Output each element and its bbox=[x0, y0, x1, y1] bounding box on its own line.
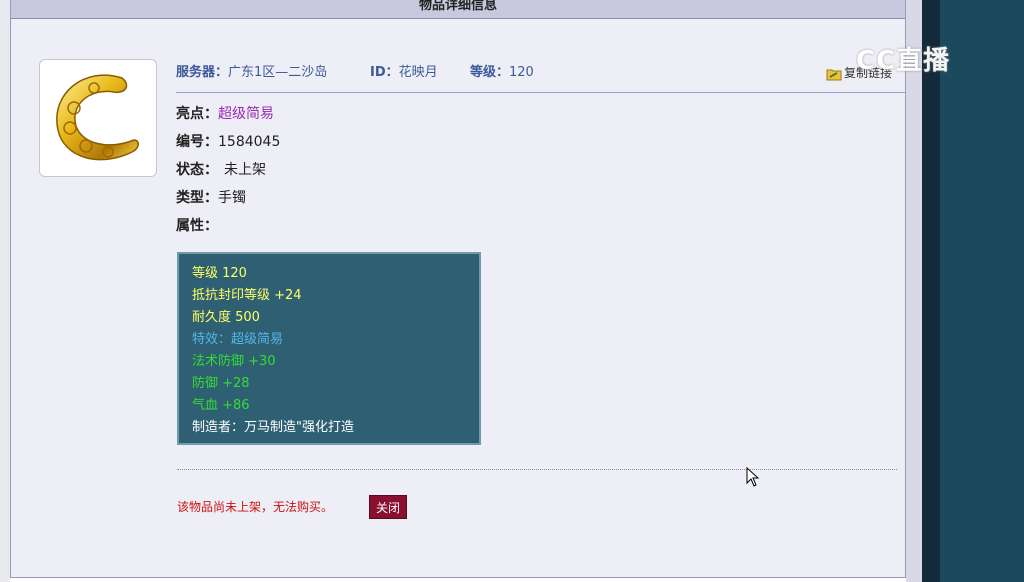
status-row: 状态： 未上架 bbox=[176, 161, 266, 179]
type-value: 手镯 bbox=[218, 190, 246, 206]
attr-line: 等级 120 bbox=[192, 266, 247, 281]
attributes-box: 等级 120 抵抗封印等级 +24 耐久度 500 特效：超级简易 法术防御 +… bbox=[177, 252, 481, 445]
highlight-value: 超级简易 bbox=[218, 106, 274, 122]
close-button[interactable]: 关闭 bbox=[369, 495, 407, 519]
scroll-gutter bbox=[906, 0, 922, 582]
level-label: 等级： bbox=[470, 65, 510, 80]
attr-line: 抵抗封印等级 +24 bbox=[192, 288, 302, 303]
type-row: 类型：手镯 bbox=[176, 189, 246, 207]
page-edge bbox=[922, 0, 940, 582]
panel-title: 物品详细信息 bbox=[11, 0, 905, 19]
highlight-label: 亮点： bbox=[176, 106, 218, 122]
not-listed-notice: 该物品尚未上架，无法购买。 bbox=[177, 500, 334, 514]
player-id-info: ID：花映月 bbox=[370, 62, 438, 84]
left-margin bbox=[0, 0, 10, 582]
id-value: 花映月 bbox=[398, 65, 438, 80]
number-value: 1584045 bbox=[218, 134, 281, 150]
type-label: 类型： bbox=[176, 190, 218, 206]
attr-line: 制造者：万马制造"强化打造 bbox=[192, 420, 354, 435]
server-info: 服务器：广东1区—二沙岛 bbox=[176, 62, 327, 84]
number-row: 编号：1584045 bbox=[176, 133, 280, 151]
id-label: ID： bbox=[370, 65, 399, 80]
level-value: 120 bbox=[509, 65, 534, 80]
server-value: 广东1区—二沙岛 bbox=[228, 65, 328, 80]
attr-line: 气血 +86 bbox=[192, 398, 250, 413]
level-info: 等级：120 bbox=[470, 62, 534, 84]
status-value: 未上架 bbox=[224, 162, 266, 178]
number-label: 编号： bbox=[176, 134, 218, 150]
mouse-cursor-icon bbox=[746, 467, 760, 487]
gold-bracelet-icon bbox=[56, 74, 139, 161]
item-image bbox=[39, 59, 157, 177]
attr-label: 属性： bbox=[176, 218, 218, 234]
background-area bbox=[940, 0, 1024, 582]
folder-link-icon bbox=[826, 69, 842, 80]
attr-line: 防御 +28 bbox=[192, 376, 250, 391]
attr-line: 法术防御 +30 bbox=[192, 354, 276, 369]
status-label: 状态： bbox=[176, 162, 218, 178]
server-label: 服务器： bbox=[176, 65, 229, 80]
attr-line: 特效：超级简易 bbox=[192, 332, 284, 347]
item-info-bar: 服务器：广东1区—二沙岛 ID：花映月 等级：120 bbox=[176, 62, 906, 93]
highlight-row: 亮点：超级简易 bbox=[176, 105, 274, 123]
divider bbox=[177, 469, 897, 470]
attr-line: 耐久度 500 bbox=[192, 310, 260, 325]
watermark-text: CC直播 bbox=[856, 46, 951, 76]
cc-live-watermark: CC直播 bbox=[856, 40, 950, 77]
attr-row: 属性： bbox=[176, 217, 218, 235]
